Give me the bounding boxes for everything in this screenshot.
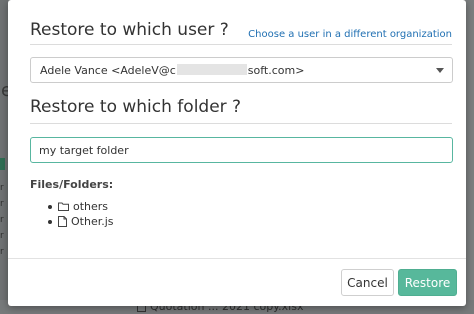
selected-user-suffix: soft.com> bbox=[247, 64, 305, 77]
user-section-header: Restore to which user ? Choose a user in… bbox=[30, 20, 452, 45]
list-item: Other.js bbox=[48, 214, 114, 229]
footer-divider bbox=[8, 258, 466, 259]
background-mark: r bbox=[0, 199, 4, 209]
different-organization-link[interactable]: Choose a user in a different organizatio… bbox=[248, 29, 452, 40]
files-list: others Other.js bbox=[48, 199, 114, 229]
background-mark: r bbox=[0, 215, 4, 225]
user-select[interactable]: Adele Vance <AdeleV@c soft.com> bbox=[30, 57, 453, 83]
files-folders-label: Files/Folders: bbox=[30, 178, 114, 191]
list-item: others bbox=[48, 199, 114, 214]
selected-user-prefix: Adele Vance <AdeleV@c bbox=[40, 64, 176, 77]
restore-dialog: Restore to which user ? Choose a user in… bbox=[8, 0, 466, 306]
selected-user: Adele Vance <AdeleV@c soft.com> bbox=[40, 64, 304, 77]
background-mark: r bbox=[0, 247, 4, 257]
background-selection-marker bbox=[0, 158, 5, 170]
background-mark: r bbox=[0, 231, 4, 241]
background-right-panel bbox=[466, 0, 474, 314]
chevron-down-icon bbox=[436, 68, 444, 73]
bullet bbox=[48, 204, 52, 209]
background-mark: r bbox=[0, 183, 4, 193]
file-icon bbox=[58, 216, 67, 227]
restore-button[interactable]: Restore bbox=[398, 269, 457, 296]
folder-section-title: Restore to which folder ? bbox=[30, 97, 242, 117]
redacted-text bbox=[176, 64, 247, 75]
cancel-button[interactable]: Cancel bbox=[341, 269, 394, 296]
target-folder-input[interactable] bbox=[30, 137, 453, 163]
folder-section-header: Restore to which folder ? bbox=[30, 97, 452, 124]
file-name: Other.js bbox=[71, 215, 114, 228]
background-left-panel bbox=[0, 0, 8, 314]
folder-icon bbox=[58, 202, 69, 211]
file-name: others bbox=[73, 200, 109, 213]
bullet bbox=[48, 219, 52, 224]
